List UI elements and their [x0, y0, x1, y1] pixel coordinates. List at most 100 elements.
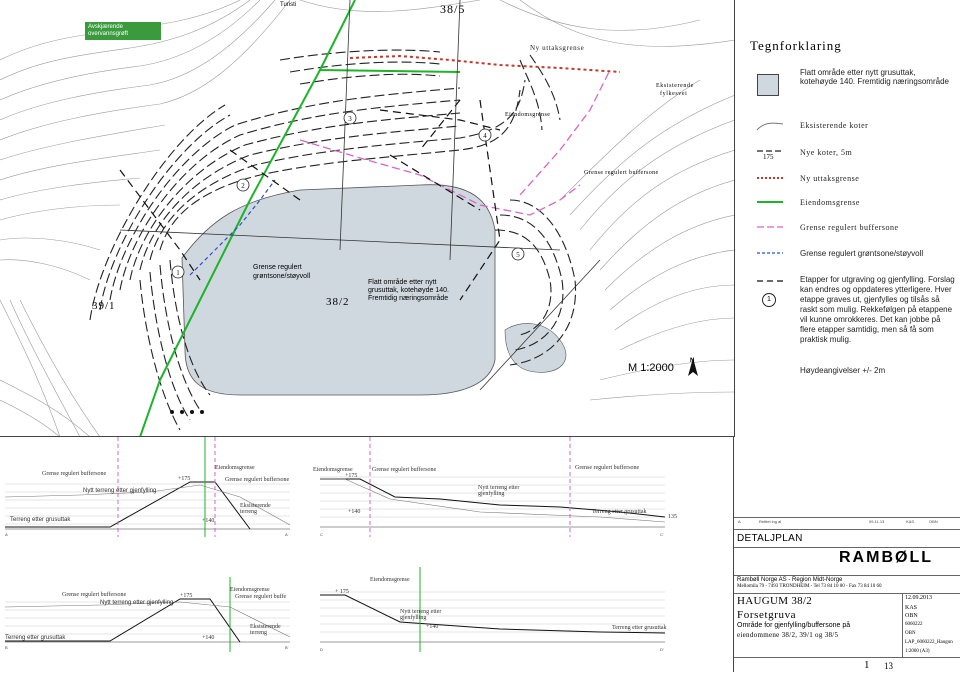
section-d-to: D': [660, 647, 664, 652]
meta-approved: OBN: [905, 631, 916, 636]
section-b-nytt-label: Nytt terreng etter gjenfylling: [100, 600, 174, 606]
stage-number: 3: [348, 115, 352, 123]
section-b-existing: [4, 601, 291, 638]
section-b-buffer-label: Grense regulert buffersone: [62, 592, 127, 598]
section-a-buffer2-label: Grense regulert buffersone: [225, 477, 290, 483]
section-c-175: +175: [345, 473, 358, 479]
section-a-eiendom-label: Eiendomsgrense: [215, 465, 255, 471]
meta-date: 12.09.2013: [905, 595, 932, 601]
section-c-140: +140: [348, 509, 361, 515]
tb-meta-column: 12.09.2013 KAS OBN 6060222 OBN LAP_60602…: [902, 593, 960, 657]
legend-item-pink: Grense regulert buffersone: [735, 221, 960, 236]
section-a-to: A': [285, 532, 289, 537]
section-b-eksist-label: Eksisterende terreng: [250, 624, 281, 636]
grontsone-label-line-1: Grense regulert: [253, 264, 302, 271]
north-label: N: [690, 358, 695, 364]
section-c-nytt-label: Nytt terreng etter gjenfylling: [478, 485, 520, 497]
site-map: 1 2 3 4 5 38/5 39/1 38/2 Avskjærende ove…: [0, 0, 735, 437]
legend-item-blue: Grense regulert grøntsone/støyvoll: [735, 247, 960, 262]
meta-drawn: KAS: [905, 605, 918, 611]
legend-text-red: Ny uttaksgrense: [800, 174, 860, 183]
flatt-omrade-label: Flatt område etter nytt grusuttak, koteh…: [368, 279, 449, 303]
section-d-eiendom-label: Eiendomsgrense: [370, 577, 410, 583]
title-block: A Rettlet ing al 09.11.13 KAS OBN DETALJ…: [733, 437, 960, 672]
company-address: Mellomila 79 - 7493 TRONDHEIM - Tel 73 8…: [737, 584, 882, 589]
rev-a: KAS: [906, 519, 915, 524]
legend-item-red: Ny uttaksgrense: [735, 172, 960, 187]
grontsone-map-label: Grense regulert grøntsone/støyvoll: [253, 263, 310, 281]
project-title: HAUGUM 38/2: [737, 595, 813, 607]
section-c-to: C': [660, 532, 664, 537]
new-contour-value: 175: [763, 153, 774, 161]
section-c-buffer2-label: Grense regulert buffersone: [575, 465, 640, 471]
legend-title: Tegnforklaring: [750, 38, 842, 53]
legend-text-stage: Etapper for utgraving og gjenfylling. Fo…: [800, 275, 955, 344]
legend-text-newc: Nye koter, 5m: [800, 148, 853, 157]
fylkesvei-label-1: Eksisterende: [656, 83, 694, 89]
stage-number-swatch: 1: [762, 293, 776, 307]
section-b-to: B': [285, 645, 289, 650]
section-d-from: D: [320, 647, 323, 652]
map-scale: M 1:2000: [628, 362, 674, 374]
green-line-swatch: [757, 201, 783, 203]
section-b-from: B: [5, 645, 8, 650]
section-c-buffer1-label: Grense regulert buffersone: [372, 467, 437, 473]
red-line-swatch: [757, 177, 783, 179]
ny-uttaksgrense-line: [349, 54, 621, 73]
legend-text-pink: Grense regulert buffersone: [800, 223, 899, 232]
property-label-39-1: 39/1: [92, 300, 116, 312]
section-d-140: +140: [426, 624, 439, 630]
section-a-175: +175: [178, 476, 191, 482]
legend-item-existing: Eksisterende koter: [735, 118, 960, 133]
section-c-terreng-label: Terreng etter grusuttak: [592, 509, 647, 515]
company-name: Rambøll Norge AS - Region Midt-Norge: [737, 577, 843, 583]
meta-checked: OBN: [905, 613, 918, 619]
eiendomsgrense-map-label: Eiendomsgrense: [505, 112, 551, 118]
pink-line-swatch: [757, 226, 783, 228]
legend-panel: Tegnforklaring Flatt område etter nytt g…: [735, 0, 960, 437]
map-drawing: 1 2 3 4 5: [0, 0, 734, 436]
tb-divider: [734, 657, 960, 658]
flat-area-east: [504, 323, 567, 373]
legend-item-newc: 175 Nye koter, 5m: [735, 144, 960, 164]
tb-divider: [734, 517, 960, 518]
project-desc-2: eiendommene 38/2, 39/1 og 38/5: [737, 631, 839, 639]
section-a-from: A: [5, 532, 8, 537]
buffer-map-label: Grense regulert buffersone: [584, 170, 659, 176]
legend-text-blue: Grense regulert grøntsone/støyvoll: [800, 249, 924, 258]
section-d-nytt-label: Nytt terreng etter gjenfylling: [400, 609, 442, 621]
cross-sections: Grense regulert buffersone Eiendomsgrens…: [0, 437, 735, 672]
section-b-175: +175: [180, 593, 193, 599]
rev-row: A: [738, 519, 741, 524]
existing-contour-swatch: [756, 122, 784, 131]
section-b-buffer2-label: Grense regulert buffe: [235, 594, 287, 600]
fylkesvei-label-2: fylkesvei: [660, 91, 688, 97]
meta-projno: 6060222: [905, 622, 923, 627]
section-b-140: +140: [202, 635, 215, 641]
grontsone-label-line-2: grøntsone/støyvoll: [253, 273, 311, 280]
meta-scale: 1:2000 (A3): [905, 649, 930, 654]
tb-divider: [734, 547, 960, 548]
ny-uttaksgrense-label: Ny uttaksgrense: [530, 44, 585, 52]
section-a-terreng-label: Terreng etter grusuttak: [10, 517, 71, 523]
rev-date: 09.11.13: [869, 519, 885, 524]
stage-number: 5: [516, 251, 520, 259]
stage-number: 1: [176, 269, 180, 277]
section-a-buffer-label: Grense regulert buffersone: [42, 471, 107, 477]
property-label-38-2: 38/2: [326, 296, 350, 308]
turisti-label: Turisti: [280, 2, 297, 8]
section-a-nytt-label: Nytt terreng etter gjenfylling: [83, 488, 157, 494]
section-b-eiendom-label: Eiendomsgrense: [230, 587, 270, 593]
legend-text-existing: Eksisterende koter: [800, 121, 869, 130]
section-a-eksist-label: Eksisterende terreng: [240, 503, 271, 515]
tb-divider: [734, 529, 960, 530]
sections-drawing: [4, 437, 666, 652]
meta-file: LAP_6060222_Haugun: [905, 640, 953, 645]
section-d-175: + 175: [335, 589, 349, 595]
section-markers: [170, 410, 204, 414]
detaljplan-label: DETALJPLAN: [737, 533, 803, 544]
flat-swatch: [757, 74, 779, 96]
stage-number: 4: [483, 132, 487, 140]
section-a-140: +140: [202, 518, 215, 524]
height-note: Høydeangivelser +/- 2m: [800, 366, 886, 375]
